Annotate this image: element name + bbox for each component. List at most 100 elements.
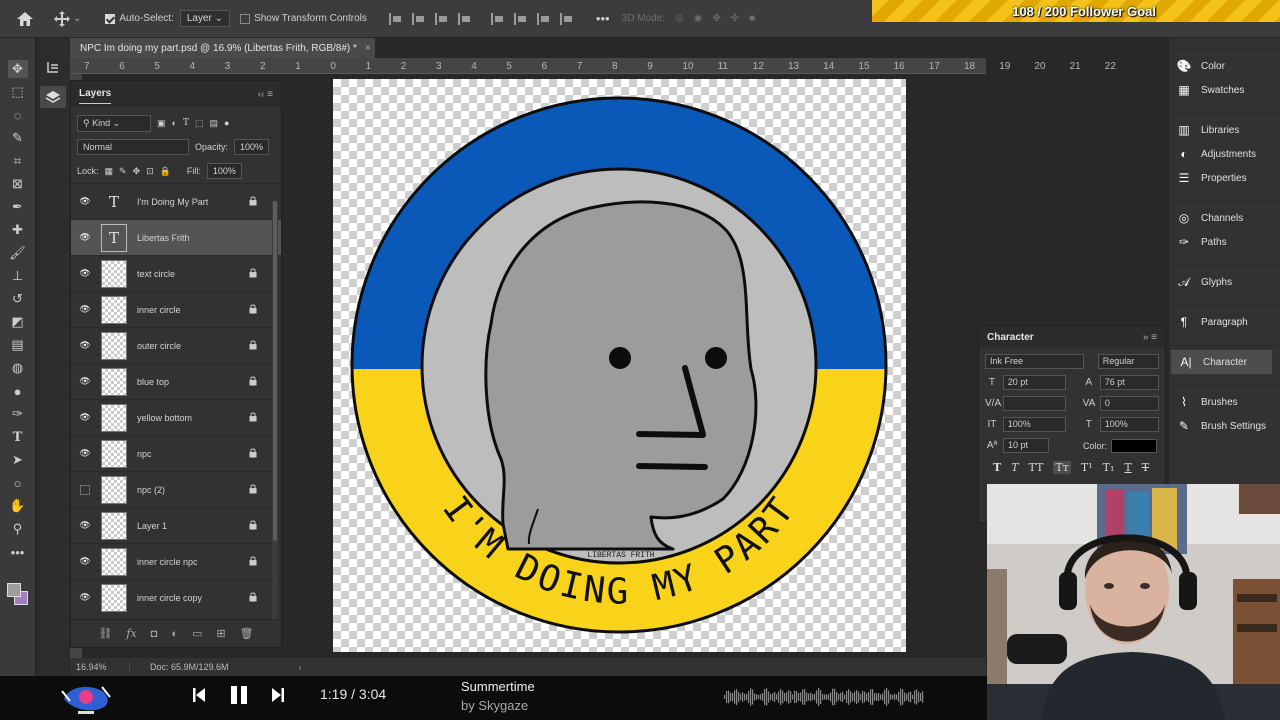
align-center-icon[interactable] (411, 12, 426, 25)
layer-lock-icon[interactable] (249, 556, 257, 568)
layer-row[interactable]: 👁 T I'm Doing My Part (71, 183, 281, 219)
visibility-eye-icon[interactable]: 👁 (75, 556, 95, 567)
3d-scale-icon[interactable]: ■ (749, 13, 755, 24)
auto-select-dropdown[interactable]: Layer ⌄ (179, 10, 231, 27)
visibility-eye-icon[interactable]: 👁 (75, 520, 95, 531)
canvas-area[interactable]: LIBERTAS FRITH I'M DOING MY PART (282, 74, 986, 658)
align-right-icon[interactable] (434, 12, 449, 25)
layer-row[interactable]: 👁 text circle (71, 255, 281, 291)
3d-orbit-icon[interactable]: ◎ (675, 13, 684, 24)
crop-tool-icon[interactable]: ⌗ (8, 152, 28, 170)
panel-button-properties[interactable]: ☰ Properties (1169, 166, 1280, 190)
layer-row[interactable]: 👁 blue top (71, 363, 281, 399)
panel-button-brush-settings[interactable]: ✎ Brush Settings (1169, 414, 1280, 438)
pixel-filter-icon[interactable]: ▣ (157, 118, 166, 129)
visibility-eye-icon[interactable]: 👁 (75, 448, 95, 459)
3d-roll-icon[interactable]: ◉ (694, 13, 703, 24)
quick-select-tool-icon[interactable]: ✎ (8, 129, 28, 147)
subscript-icon[interactable]: T₁ (1103, 461, 1115, 474)
history-panel-icon[interactable] (40, 56, 66, 78)
type-tool-icon[interactable]: T (8, 428, 28, 446)
panel-button-paths[interactable]: ✑ Paths (1169, 230, 1280, 254)
panel-button-glyphs[interactable]: 𝒜 Glyphs (1169, 270, 1280, 294)
adjustment-filter-icon[interactable]: ◐ (172, 118, 177, 128)
visibility-eye-icon[interactable]: 👁 (75, 376, 95, 387)
more-options-button[interactable]: ••• (596, 11, 610, 26)
move-tool-icon[interactable]: ⌄ (54, 10, 81, 27)
link-layers-icon[interactable]: ⛓ (98, 627, 112, 640)
character-panel-menu-icon[interactable]: » ≡ (1143, 332, 1157, 343)
shape-tool-icon[interactable]: ○ (8, 474, 28, 492)
distribute-icon[interactable] (457, 12, 472, 25)
lock-position-icon[interactable]: ✥ (133, 166, 141, 177)
visibility-eye-icon[interactable]: 👁 (75, 268, 95, 279)
font-size-field[interactable]: 20 pt (1002, 375, 1066, 390)
font-style-dropdown[interactable]: Regular (1097, 354, 1159, 369)
layer-row[interactable]: 👁 inner circle npc (71, 543, 281, 579)
superscript-icon[interactable]: T¹ (1081, 461, 1093, 474)
new-layer-icon[interactable]: ⊞ (216, 627, 225, 640)
all-caps-icon[interactable]: TT (1029, 461, 1044, 474)
eyedropper-tool-icon[interactable]: ✒ (8, 198, 28, 216)
layer-lock-icon[interactable] (249, 340, 257, 352)
layer-row[interactable]: npc (2) (71, 471, 281, 507)
layer-lock-icon[interactable] (249, 592, 257, 604)
clone-stamp-tool-icon[interactable]: ⊥ (8, 267, 28, 285)
shape-filter-icon[interactable]: ⬚ (195, 118, 204, 129)
document-canvas[interactable]: LIBERTAS FRITH I'M DOING MY PART (333, 79, 906, 652)
blur-tool-icon[interactable]: ◍ (8, 359, 28, 377)
visibility-eye-icon[interactable]: 👁 (75, 196, 95, 207)
baseline-shift-field[interactable]: 10 pt (1003, 438, 1049, 453)
eraser-tool-icon[interactable]: ◩ (8, 313, 28, 331)
layer-lock-icon[interactable] (249, 196, 257, 208)
smart-object-filter-icon[interactable]: ▤ (209, 118, 218, 129)
layer-lock-icon[interactable] (249, 520, 257, 532)
panel-button-color[interactable]: 🎨 Color (1169, 54, 1280, 78)
pause-icon[interactable] (230, 686, 248, 704)
tracking-field[interactable]: 0 (1099, 396, 1159, 411)
3d-pan-icon[interactable]: ✥ (712, 13, 720, 24)
lock-pixels-icon[interactable]: ✎ (119, 166, 127, 177)
adjustment-layer-icon[interactable]: ◐ (171, 628, 178, 640)
visibility-eye-icon[interactable]: 👁 (75, 232, 95, 243)
history-brush-tool-icon[interactable]: ↺ (8, 290, 28, 308)
opacity-field[interactable]: 100% (234, 139, 270, 155)
visibility-eye-icon[interactable]: 👁 (75, 592, 95, 603)
home-icon[interactable] (0, 0, 50, 38)
faux-bold-icon[interactable]: T (993, 461, 1001, 474)
panel-button-brushes[interactable]: ⌇ Brushes (1169, 390, 1280, 414)
move-tool-icon[interactable]: ✥ (7, 60, 28, 78)
layer-row[interactable]: 👁 inner circle copy (71, 579, 281, 615)
horizontal-scale-field[interactable]: 100% (1099, 417, 1159, 432)
dodge-tool-icon[interactable]: ● (8, 382, 28, 400)
hand-tool-icon[interactable]: ✋ (8, 497, 28, 515)
lock-all-icon[interactable]: 🔒 (160, 166, 171, 177)
visibility-eye-icon[interactable] (80, 484, 90, 495)
blend-mode-dropdown[interactable]: Normal (77, 139, 189, 155)
small-caps-icon[interactable]: Tт (1053, 461, 1071, 474)
filter-kind-dropdown[interactable]: ⚲ Kind ⌄ (77, 114, 151, 132)
type-filter-icon[interactable]: T (183, 118, 189, 128)
layers-panel-icon[interactable] (40, 86, 66, 108)
layer-row[interactable]: 👁 inner circle (71, 291, 281, 327)
text-color-swatch[interactable] (1111, 438, 1158, 453)
zoom-level[interactable]: 16.94% (70, 662, 130, 672)
close-document-icon[interactable]: × (365, 43, 371, 54)
panel-button-swatches[interactable]: ▦ Swatches (1169, 78, 1280, 102)
layer-row[interactable]: 👁 npc (71, 435, 281, 471)
align-middle-icon[interactable] (513, 12, 528, 25)
path-selection-tool-icon[interactable]: ➤ (8, 451, 28, 469)
next-track-icon[interactable] (272, 688, 284, 702)
status-expand-icon[interactable]: › (299, 662, 302, 672)
align-left-icon[interactable] (388, 12, 403, 25)
panel-button-character[interactable]: A| Character (1171, 350, 1272, 374)
previous-track-icon[interactable] (193, 688, 205, 702)
visibility-eye-icon[interactable]: 👁 (75, 412, 95, 423)
distribute-vertical-icon[interactable] (559, 12, 574, 25)
layer-row[interactable]: 👁 Layer 1 (71, 507, 281, 543)
brush-tool-icon[interactable]: 🖌 (8, 244, 28, 262)
strikethrough-icon[interactable]: T (1142, 461, 1149, 474)
align-bottom-icon[interactable] (536, 12, 551, 25)
layer-lock-icon[interactable] (249, 448, 257, 460)
vertical-scale-field[interactable]: 100% (1002, 417, 1066, 432)
